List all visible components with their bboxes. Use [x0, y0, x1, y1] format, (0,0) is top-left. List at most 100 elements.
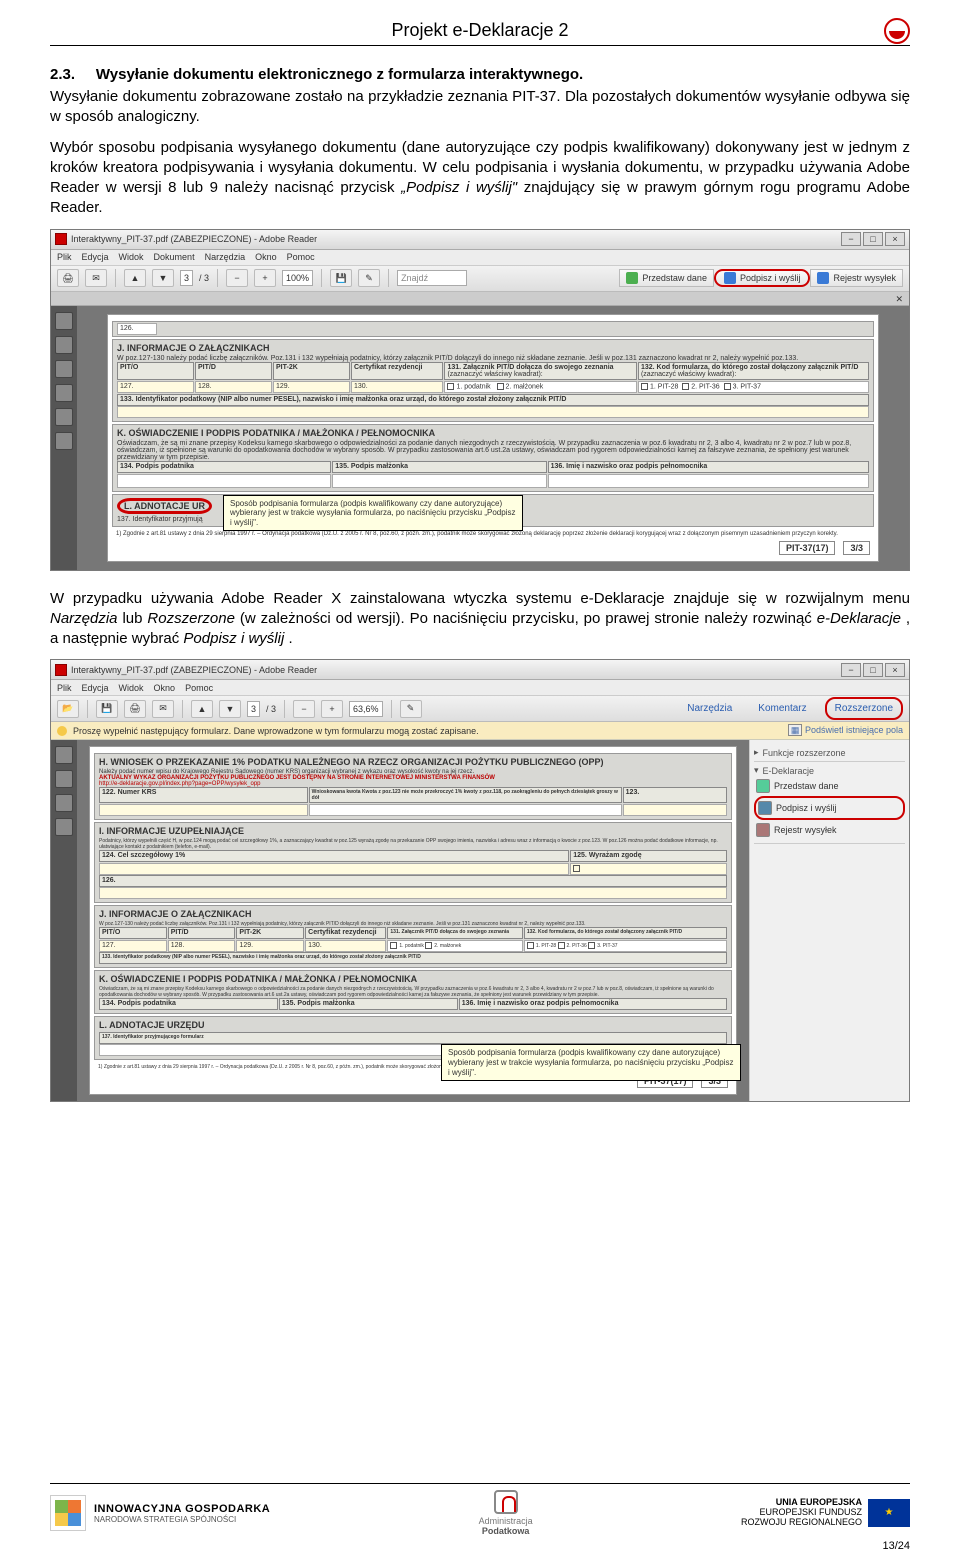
toolbar: 🖨 ✉ ▲ ▼ 3 / 3 − + 100% 💾 ✎ Znajdź Przeds…: [51, 266, 909, 292]
przedstaw-dane-button[interactable]: Przedstaw dane: [619, 269, 714, 287]
mail-icon[interactable]: ✉: [152, 700, 174, 718]
page-up-icon[interactable]: ▲: [124, 269, 146, 287]
window-titlebar: Interaktywny_PIT-37.pdf (ZABEZPIECZONE) …: [51, 230, 909, 250]
tooltip-sign-method: Sposób podpisania formularza (podpis kwa…: [223, 495, 523, 532]
menu-item[interactable]: Okno: [255, 252, 277, 262]
cell-128[interactable]: 128.: [195, 381, 272, 393]
panel-item-rejestr[interactable]: Rejestr wysyłek: [754, 820, 905, 840]
menu-item[interactable]: Edycja: [82, 252, 109, 262]
minimize-button[interactable]: −: [841, 232, 861, 246]
cell-135[interactable]: [332, 474, 546, 488]
save-icon[interactable]: 💾: [330, 269, 352, 287]
page-current[interactable]: 3: [180, 270, 193, 286]
close-button[interactable]: ×: [885, 232, 905, 246]
maximize-button[interactable]: □: [863, 232, 883, 246]
section-h: H. WNIOSEK O PRZEKAZANIE 1% PODATKU NALE…: [94, 753, 732, 820]
cell-123-hdr: Wnioskowana kwota Kwota z poz.123 nie mo…: [309, 787, 622, 803]
checkbox-pit37[interactable]: [724, 383, 731, 390]
panel-item-przedstaw[interactable]: Przedstaw dane: [754, 776, 905, 796]
menu-item[interactable]: Plik: [57, 252, 72, 262]
zoom-level-2[interactable]: 63,6%: [349, 701, 383, 717]
form-footer: PIT-37(17) 3/3: [112, 539, 874, 557]
checkbox-125[interactable]: [573, 865, 580, 872]
komentarz-link[interactable]: Komentarz: [750, 699, 814, 718]
rejestr-wysylek-button[interactable]: Rejestr wysyłek: [810, 269, 903, 287]
cell-127[interactable]: 127.: [117, 381, 194, 393]
section-k-sub: Oświadczam, że są mi znane przepisy Kode…: [117, 440, 869, 461]
edeklaracje-logo-icon: [884, 18, 910, 44]
print-icon[interactable]: 🖨: [57, 269, 79, 287]
zoom-in-icon[interactable]: +: [321, 700, 343, 718]
menu-item[interactable]: Pomoc: [185, 683, 213, 693]
rozszerzone-link[interactable]: Rozszerzone: [825, 697, 903, 720]
page-up-icon[interactable]: ▲: [191, 700, 213, 718]
pages-icon[interactable]: [55, 312, 73, 330]
zoom-level[interactable]: 100%: [282, 270, 313, 286]
cell-123[interactable]: [623, 804, 727, 816]
panel-section-funkcje[interactable]: ▸ Funkcje rozszerzone: [754, 747, 905, 758]
cell-136[interactable]: [548, 474, 869, 488]
podpisz-i-wyslij-button[interactable]: Podpisz i wyślij: [714, 269, 811, 287]
checkbox-podatnik[interactable]: [447, 383, 454, 390]
cell-124[interactable]: [99, 863, 569, 875]
menu-item[interactable]: Widok: [119, 252, 144, 262]
menu-item[interactable]: Pomoc: [287, 252, 315, 262]
signatures-icon[interactable]: [55, 384, 73, 402]
menu-item[interactable]: Plik: [57, 683, 72, 693]
highlight-fields-button[interactable]: ▦ Podświetl istniejące pola: [788, 725, 903, 736]
zoom-out-icon[interactable]: −: [226, 269, 248, 287]
cell-134[interactable]: [117, 474, 331, 488]
panel-item-podpisz[interactable]: Podpisz i wyślij: [754, 796, 905, 820]
menu-item[interactable]: Narzędzia: [205, 252, 246, 262]
bookmarks-icon[interactable]: [55, 336, 73, 354]
menu-item[interactable]: Widok: [119, 683, 144, 693]
menu-item[interactable]: Edycja: [82, 683, 109, 693]
cell-122[interactable]: [99, 804, 308, 816]
mail-icon[interactable]: ✉: [85, 269, 107, 287]
attachments-icon[interactable]: [55, 360, 73, 378]
bookmarks-icon[interactable]: [55, 770, 73, 788]
doc-viewport-2: H. WNIOSEK O PRZEKAZANIE 1% PODATKU NALE…: [77, 740, 749, 1101]
menu-item[interactable]: Dokument: [154, 252, 195, 262]
cell-129[interactable]: 129.: [273, 381, 350, 393]
pages-icon[interactable]: [55, 746, 73, 764]
checkbox-malzonek[interactable]: [497, 383, 504, 390]
attachments-icon[interactable]: [55, 818, 73, 836]
checkbox-pit36[interactable]: [682, 383, 689, 390]
hdr-cert: Certyfikat rezydencji: [351, 362, 443, 380]
zoom-in-icon[interactable]: +: [254, 269, 276, 287]
section-j: J. INFORMACJE O ZAŁĄCZNIKACH W poz.127-1…: [112, 339, 874, 422]
page-total: / 3: [199, 273, 209, 283]
hdr-pitd: PIT/D: [195, 362, 272, 380]
section-k: K. OŚWIADCZENIE I PODPIS PODATNIKA / MAŁ…: [112, 424, 874, 492]
form-infobar: Proszę wypełnić następujący formularz. D…: [51, 722, 909, 740]
checkbox-pit28[interactable]: [641, 383, 648, 390]
cell-125[interactable]: [570, 863, 727, 875]
layers-icon[interactable]: [55, 408, 73, 426]
cell-126[interactable]: [99, 887, 727, 899]
narzedzia-link[interactable]: Narzędzia: [679, 699, 740, 718]
close-button[interactable]: ×: [885, 663, 905, 677]
cell-130[interactable]: 130.: [351, 381, 443, 393]
page-current-2[interactable]: 3: [247, 701, 260, 717]
comments-icon[interactable]: [55, 432, 73, 450]
signatures-icon[interactable]: [55, 794, 73, 812]
sidebar-2: [51, 740, 77, 1101]
sign-icon[interactable]: ✎: [400, 700, 422, 718]
page-down-icon[interactable]: ▼: [152, 269, 174, 287]
print-icon[interactable]: 🖨: [124, 700, 146, 718]
page-down-icon[interactable]: ▼: [219, 700, 241, 718]
cell-133-value[interactable]: [117, 406, 869, 418]
sign-icon[interactable]: ✎: [358, 269, 380, 287]
menu-item[interactable]: Okno: [154, 683, 176, 693]
zoom-out-icon[interactable]: −: [293, 700, 315, 718]
maximize-button[interactable]: □: [863, 663, 883, 677]
pit-tag: PIT-37(17): [779, 541, 836, 555]
save-icon[interactable]: 💾: [96, 700, 118, 718]
open-icon[interactable]: 📂: [57, 700, 79, 718]
minimize-button[interactable]: −: [841, 663, 861, 677]
panel-section-edeklaracje[interactable]: ▾ E-Deklaracje: [754, 765, 905, 776]
find-input[interactable]: Znajdź: [397, 270, 467, 286]
inner-close-icon[interactable]: ✕: [895, 294, 903, 304]
section-l-2: L. ADNOTACJE URZĘDU 137. Identyfikator p…: [94, 1016, 732, 1060]
